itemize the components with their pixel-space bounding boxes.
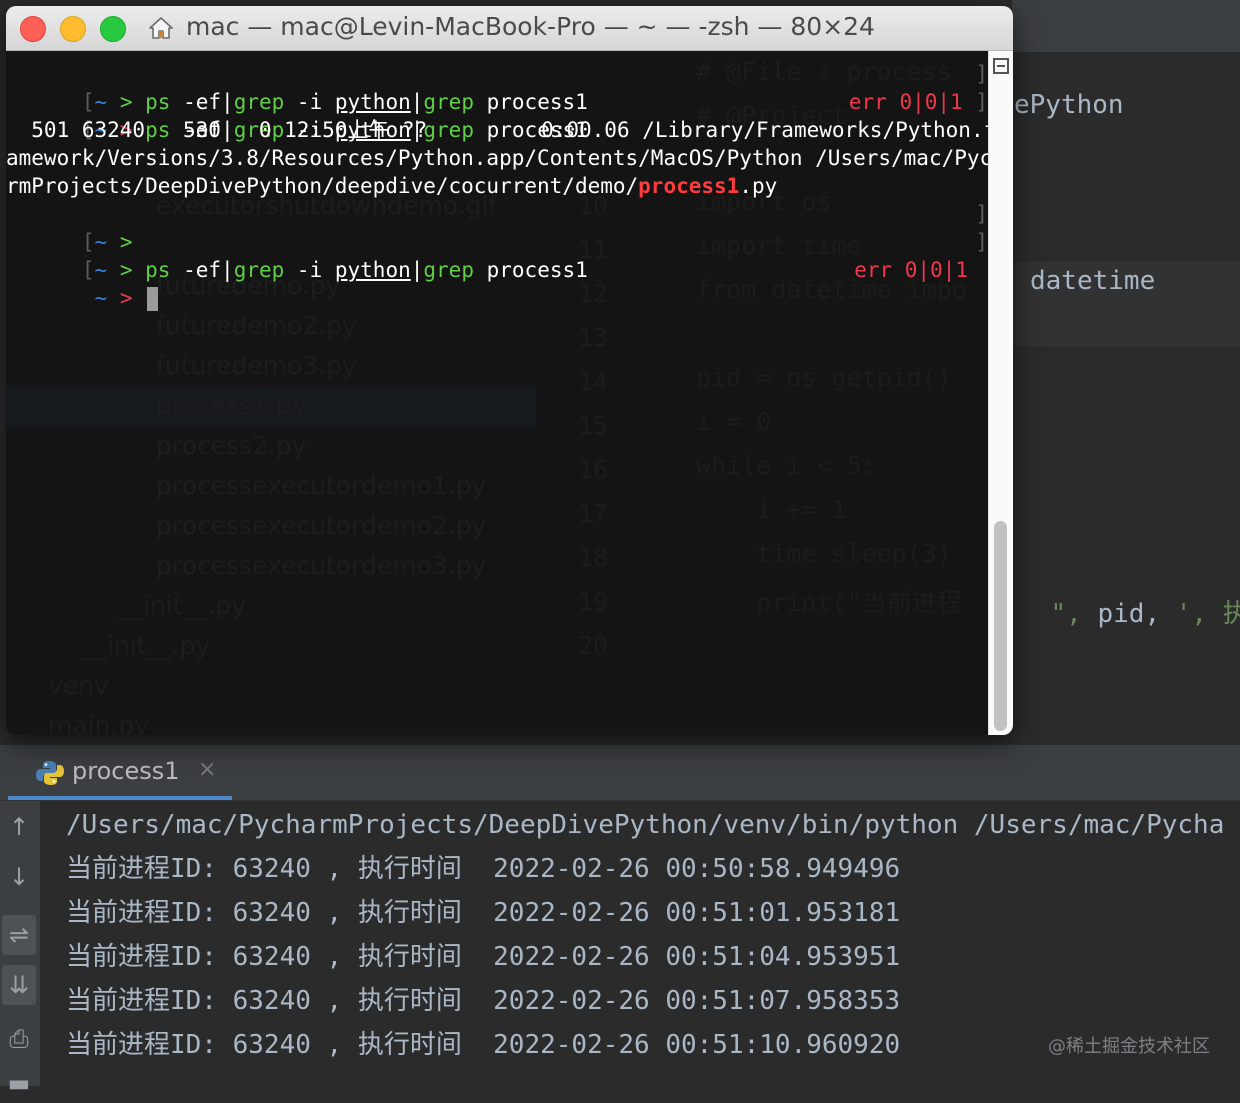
ghost-file: __init__.py	[118, 591, 247, 620]
right-prompt-bracket: ]	[975, 230, 988, 254]
arrow-up-icon[interactable]: ↑	[2, 807, 36, 847]
delete-icon[interactable]: ▬	[2, 1063, 36, 1103]
run-tool-header: process1 ×	[0, 745, 1240, 801]
terminal-line-current-prompt[interactable]: ~ >	[6, 256, 988, 311]
ghost-line-number: 19	[578, 587, 609, 616]
ghost-line-number: 15	[578, 411, 609, 440]
ghost-file: processexecutordemo1.py	[156, 471, 487, 500]
split-pane-icon[interactable]	[993, 58, 1009, 74]
ghost-code-line: pid = os.getpid()	[696, 363, 952, 392]
console-line: 当前进程ID: 63240 , 执行时间 2022-02-26 00:51:07…	[66, 986, 901, 1016]
ghost-file: futuredemo3.py	[156, 351, 357, 380]
scroll-to-end-icon[interactable]: ⇊	[2, 965, 36, 1005]
terminal-content[interactable]: executorshutdowndemo.gif futuredemo.py f…	[6, 51, 988, 735]
ghost-file: process1.py	[156, 391, 307, 420]
terminal-line-command: [~ > ps -ef|grep -i python|grep process1	[81, 90, 588, 114]
terminal-output-line: 501 63240 530 0 12:50上午 ?? 0:00.06 /Libr…	[6, 118, 988, 142]
right-prompt-bracket: ]	[975, 202, 988, 226]
ghost-line-number: 14	[578, 367, 609, 396]
right-prompt-bracket: ]	[975, 62, 988, 86]
ghost-file: processexecutordemo3.py	[156, 551, 487, 580]
terminal-titlebar[interactable]: mac — mac@Levin-MacBook-Pro — ~ — -zsh —…	[6, 6, 1013, 51]
run-tab-process1[interactable]: process1 ×	[8, 745, 232, 800]
minimize-window-button[interactable]	[60, 16, 86, 42]
code-fragment-print: ", pid, ', 执行	[1050, 599, 1240, 629]
close-tab-icon[interactable]: ×	[198, 757, 216, 782]
ghost-file: process2.py	[156, 431, 307, 460]
print-icon[interactable]: ⎙	[2, 1019, 36, 1059]
terminal-output-line: amework/Versions/3.8/Resources/Python.ap…	[6, 146, 988, 170]
terminal-scrollbar[interactable]	[988, 51, 1013, 735]
close-window-button[interactable]	[20, 16, 46, 42]
run-toolbar: ↑ ↓ ⇌ ⇊ ⎙ ▬	[0, 801, 40, 1097]
ghost-line-number: 16	[578, 455, 609, 484]
ghost-file: venv	[48, 671, 109, 700]
console-output[interactable]: /Users/mac/PycharmProjects/DeepDivePytho…	[66, 803, 1240, 1067]
terminal-window[interactable]: mac — mac@Levin-MacBook-Pro — ~ — -zsh —…	[6, 6, 1013, 735]
right-prompt-error: err 0|0|1 ]	[848, 90, 988, 114]
editor-tab-strip	[1012, 0, 1240, 52]
watermark: @稀土掘金技术社区	[1048, 1036, 1210, 1057]
terminal-cursor	[147, 287, 159, 311]
terminal-line-command: [~ > ps -ef|grep -i python|grep process1	[81, 118, 588, 142]
scrollbar-thumb[interactable]	[994, 521, 1007, 731]
ghost-line-number: 18	[578, 543, 609, 572]
ide-editor-background: ePython datetime ", pid, ', 执行	[1012, 0, 1240, 745]
ghost-code-line: print("当前进程	[696, 588, 962, 617]
terminal-output-line: rmProjects/DeepDivePython/deepdive/cocur…	[6, 174, 778, 198]
ghost-file: processexecutordemo2.py	[156, 511, 487, 540]
ghost-line-number: 17	[578, 499, 609, 528]
ghost-code-line: i = 0	[696, 407, 772, 436]
code-fragment-python: ePython	[1014, 90, 1124, 120]
code-fragment-datetime: datetime	[1030, 266, 1156, 296]
ghost-code-line: time.sleep(3)	[696, 539, 952, 568]
console-line: 当前进程ID: 63240 , 执行时间 2022-02-26 00:50:58…	[66, 854, 901, 884]
ghost-line-number: 13	[578, 323, 609, 352]
terminal-line-command: [~ > ps -ef|grep -i python|grep process1	[81, 258, 588, 282]
console-line: 当前进程ID: 63240 , 执行时间 2022-02-26 00:51:04…	[66, 942, 901, 972]
run-tab-label: process1	[72, 757, 180, 785]
terminal-line-prompt: [~ >	[81, 230, 133, 254]
python-icon	[36, 761, 64, 785]
ghost-line-number: 20	[578, 631, 609, 660]
ghost-file: futuredemo2.py	[156, 311, 357, 340]
terminal-title: mac — mac@Levin-MacBook-Pro — ~ — -zsh —…	[186, 12, 875, 41]
console-line: /Users/mac/PycharmProjects/DeepDivePytho…	[66, 810, 1225, 840]
arrow-down-icon[interactable]: ↓	[2, 857, 36, 897]
zoom-window-button[interactable]	[100, 16, 126, 42]
right-prompt-error: err 0|0|1	[854, 258, 968, 282]
home-icon	[149, 17, 173, 39]
ghost-code-line: i += 1	[696, 495, 847, 524]
run-tool-window: process1 × ↑ ↓ ⇌ ⇊ ⎙ ▬ /Users/mac/Pychar…	[0, 745, 1240, 1097]
soft-wrap-icon[interactable]: ⇌	[2, 915, 36, 955]
ghost-file: main.py	[48, 711, 150, 735]
active-tab-indicator	[8, 796, 232, 800]
console-line: 当前进程ID: 63240 , 执行时间 2022-02-26 00:51:01…	[66, 898, 901, 928]
ghost-file: __init__.py	[82, 631, 211, 660]
ghost-code-line: while i < 5:	[696, 451, 877, 480]
